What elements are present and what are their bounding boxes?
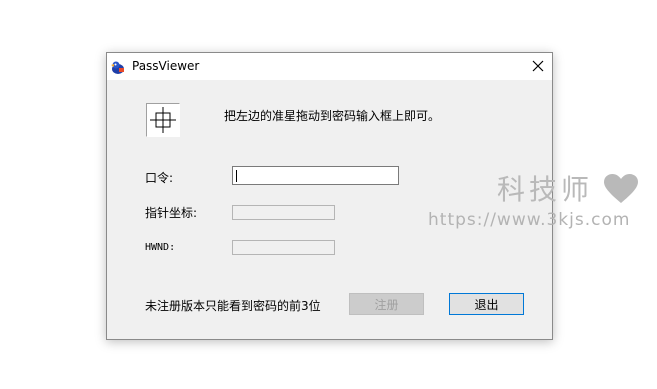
text-caret: [236, 170, 237, 182]
watermark-url: https://www.3kjs.com: [428, 210, 631, 230]
instruction-text: 把左边的准星拖动到密码输入框上即可。: [224, 109, 441, 123]
duck-app-icon: [111, 61, 124, 74]
hwnd-label: HWND:: [145, 242, 176, 253]
pointer-coordinates-field: [232, 205, 335, 220]
password-field[interactable]: [232, 166, 399, 185]
passviewer-window: PassViewer 把左边的准星拖动到密码输入框上即可。 口令: 指针坐标: …: [106, 52, 553, 340]
heart-icon: [604, 174, 638, 203]
pointer-coordinates-label: 指针坐标:: [145, 206, 198, 220]
unregistered-notice: 未注册版本只能看到密码的前3位: [145, 299, 321, 313]
watermark-site-name: 科技师: [497, 173, 594, 206]
crosshair-icon: [150, 107, 176, 133]
window-title: PassViewer: [132, 59, 200, 73]
register-button[interactable]: 注册: [349, 293, 424, 315]
hwnd-field: [232, 240, 335, 255]
close-icon: [532, 60, 544, 72]
exit-button[interactable]: 退出: [449, 293, 524, 315]
close-button[interactable]: [526, 55, 550, 77]
crosshair-target[interactable]: [146, 103, 180, 137]
password-label: 口令:: [145, 171, 174, 185]
title-bar[interactable]: PassViewer: [107, 53, 552, 80]
